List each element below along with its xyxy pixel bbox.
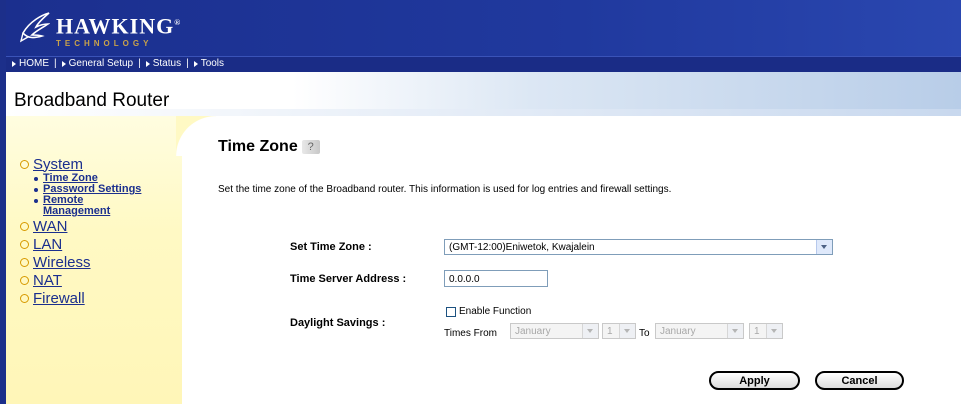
system-submenu: Time Zone Password Settings Remote Manag… [34,173,144,217]
header-banner: HAWKING® TECHNOLOGY [6,0,961,56]
circle-bullet-icon [20,221,29,231]
chevron-down-icon [619,324,635,338]
chevron-down-icon [727,324,743,338]
top-navigation: HOME | General Setup | Status | Tools [6,56,961,73]
set-time-zone-label: Set Time Zone : [290,241,372,253]
bullet-icon [34,177,38,181]
chevron-down-icon [582,324,598,338]
hawk-wing-icon [19,11,51,49]
section-description: Set the time zone of the Broadband route… [218,184,672,195]
nav-status[interactable]: Status [145,58,181,69]
arrow-right-icon [61,60,66,67]
sidebar-item-lan[interactable]: LAN [20,235,144,253]
time-server-address-label: Time Server Address : [290,273,407,285]
section-title: Time Zone ? [218,138,320,156]
enable-function-checkbox[interactable] [446,307,456,317]
brand-subtitle: TECHNOLOGY [56,38,153,48]
title-bar: Broadband Router [6,72,961,116]
sidebar-item-system[interactable]: System [20,155,144,173]
brand-name: HAWKING® [56,13,182,39]
from-month-select[interactable]: January [510,323,599,339]
circle-bullet-icon [20,159,29,169]
arrow-right-icon [145,60,150,67]
hawking-logo: HAWKING® TECHNOLOGY [19,8,182,52]
sidebar-menu: System Time Zone Password Settings Remot… [20,155,144,307]
sidebar-item-nat[interactable]: NAT [20,271,144,289]
to-month-select[interactable]: January [655,323,744,339]
sidebar-item-wireless[interactable]: Wireless [20,253,144,271]
apply-button[interactable]: Apply [709,371,800,390]
sidebar-item-firewall[interactable]: Firewall [20,289,144,307]
help-icon[interactable]: ? [301,140,320,154]
arrow-right-icon [193,60,198,67]
sidebar-subitem-remote-management[interactable]: Remote Management [34,195,144,217]
bullet-icon [34,199,38,203]
nav-general-setup[interactable]: General Setup [61,58,133,69]
circle-bullet-icon [20,239,29,249]
times-from-label: Times From [444,328,497,339]
to-label: To [639,328,650,339]
arrow-right-icon [12,60,16,67]
cancel-button[interactable]: Cancel [815,371,904,390]
enable-function-label: Enable Function [459,306,532,317]
router-admin-page: HAWKING® TECHNOLOGY HOME | General Setup… [0,0,961,404]
time-zone-select[interactable]: (GMT-12:00)Eniwetok, Kwajalein [444,239,833,255]
circle-bullet-icon [20,293,29,303]
sidebar-item-wan[interactable]: WAN [20,217,144,235]
content-panel: Time Zone ? Set the time zone of the Bro… [218,116,961,404]
circle-bullet-icon [20,257,29,267]
circle-bullet-icon [20,275,29,285]
nav-tools[interactable]: Tools [193,58,224,69]
to-day-select[interactable]: 1 [749,323,783,339]
daylight-savings-label: Daylight Savings : [290,317,386,329]
time-server-address-input[interactable]: 0.0.0.0 [444,270,548,287]
nav-home[interactable]: HOME [12,58,49,69]
chevron-down-icon [816,240,832,254]
bullet-icon [34,188,38,192]
from-day-select[interactable]: 1 [602,323,636,339]
chevron-down-icon [766,324,782,338]
